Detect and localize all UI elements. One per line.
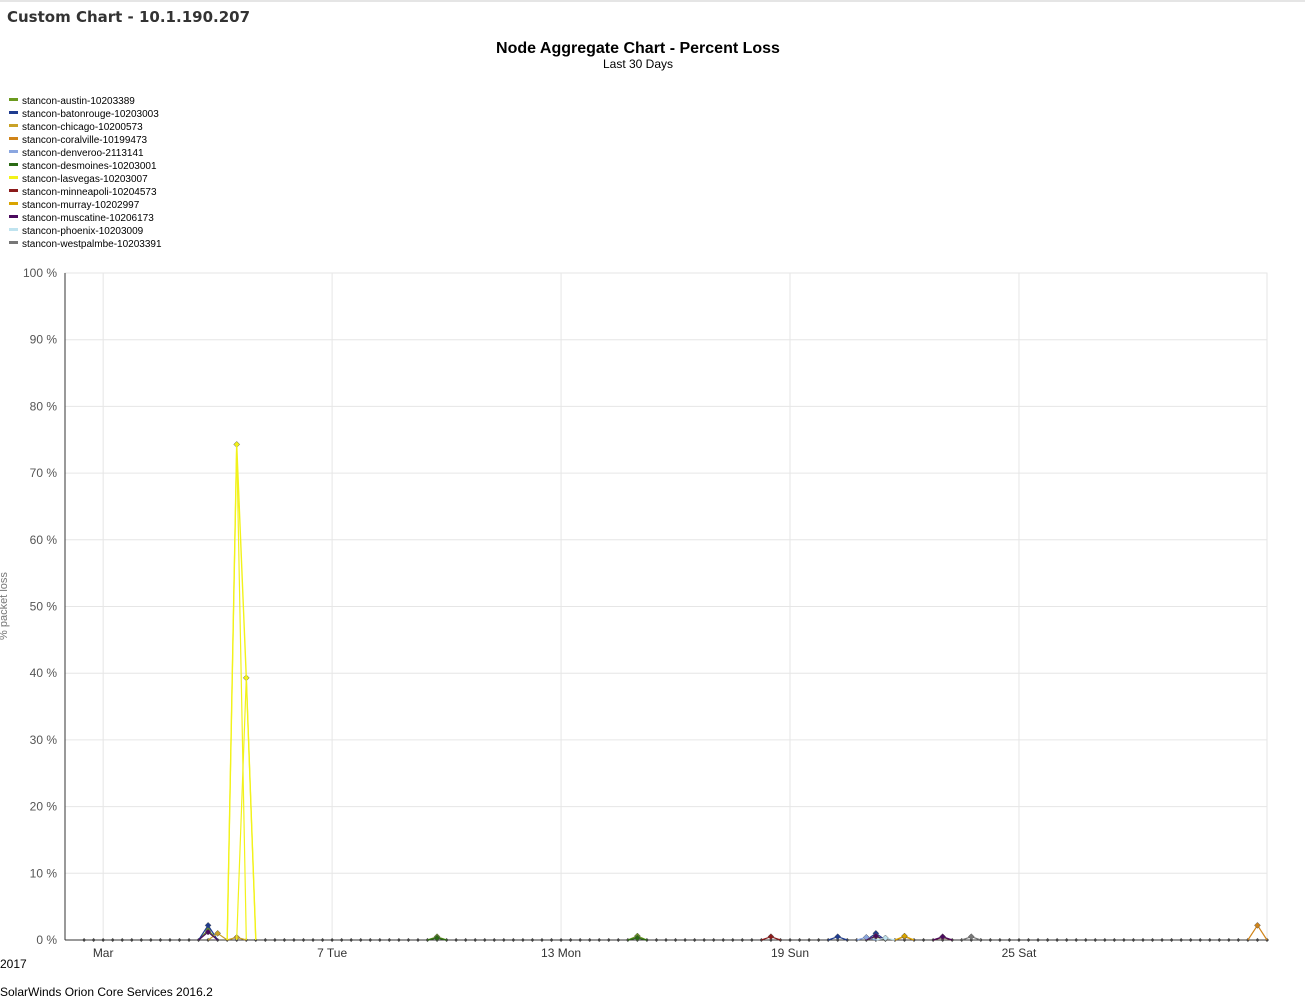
y-tick-label: 60 % [30, 533, 58, 547]
x-tick-label: 19 Sun [771, 946, 809, 960]
y-tick-label: 20 % [30, 800, 58, 814]
y-tick-label: 10 % [30, 866, 58, 880]
chart-plot-area: 0 % 10 % 20 % 30 % 40 % 50 % 60 % 70 % 80 % 90 % 1… [0, 266, 1269, 960]
x-tick-label: 13 Mon [541, 946, 581, 960]
y-tick-label: 40 % [30, 666, 58, 680]
y-tick-label: 50 % [30, 600, 58, 614]
y-tick-label: 90 % [30, 333, 58, 347]
y-tick-label: 70 % [30, 466, 58, 480]
x-tick-label: Mar [93, 946, 114, 960]
y-tick-label: 100 % [23, 266, 57, 280]
x-axis-year-label: 2017 [0, 957, 27, 971]
y-axis-label: % packet loss [0, 572, 10, 640]
footer-text: SolarWinds Orion Core Services 2016.2 [0, 985, 213, 999]
y-tick-label: 30 % [30, 733, 58, 747]
y-tick-label: 0 % [36, 933, 57, 947]
y-tick-label: 80 % [30, 399, 58, 413]
x-tick-label: 7 Tue [317, 946, 347, 960]
x-tick-label: 25 Sat [1002, 946, 1037, 960]
